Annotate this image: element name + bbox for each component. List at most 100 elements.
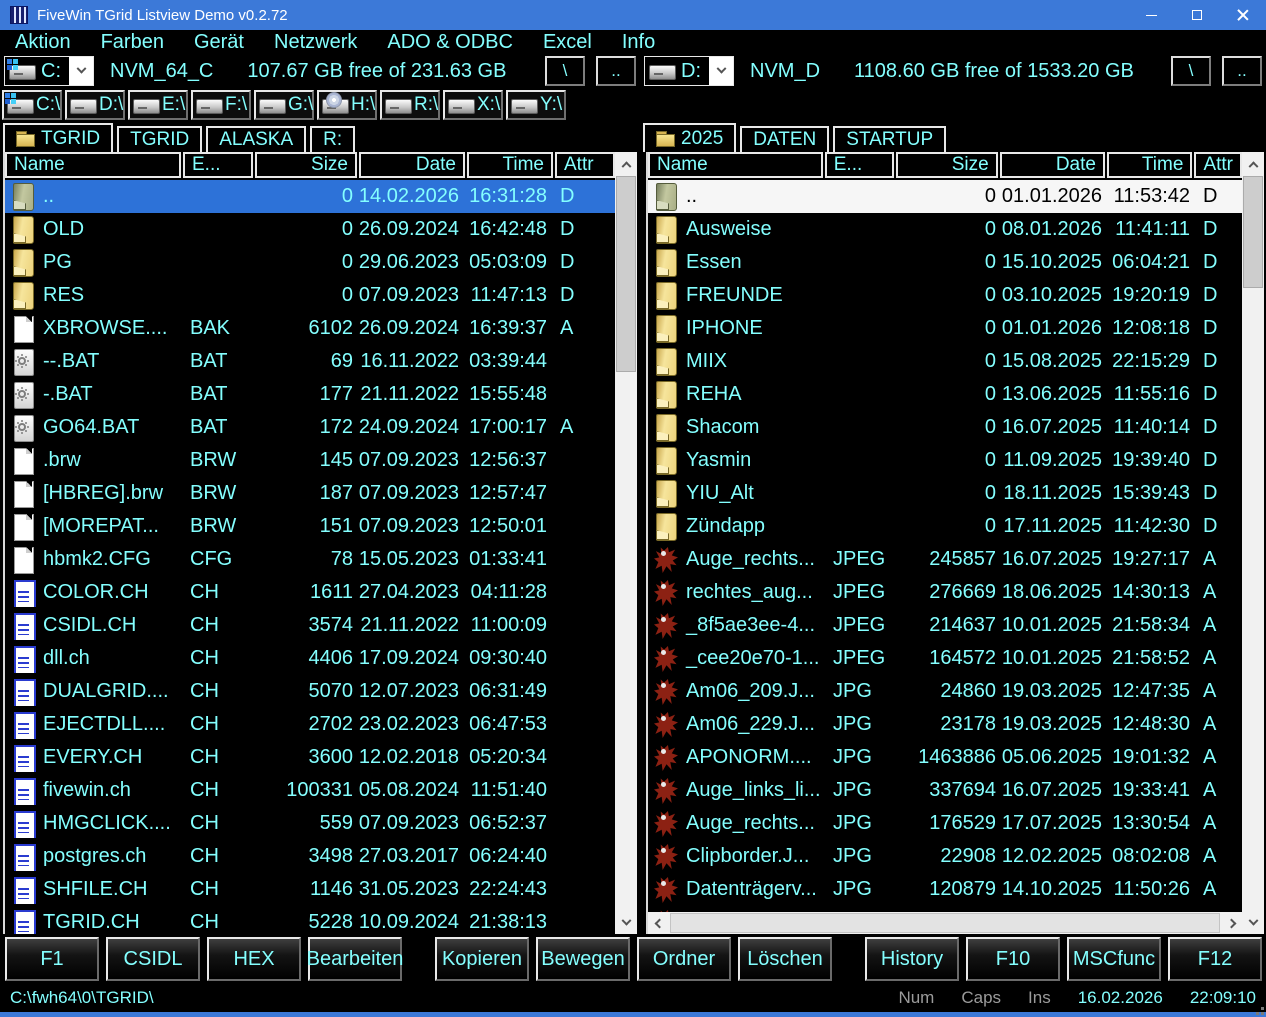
fn-button-bearbeiten[interactable]: Bearbeiten — [307, 937, 403, 981]
table-row[interactable]: Essen 0 15.10.2025 06:04:21 D — [648, 246, 1242, 279]
scroll-down-arrow[interactable] — [615, 912, 637, 934]
column-header-attr[interactable]: Attr — [1194, 152, 1242, 178]
right-horizontal-scrollbar[interactable] — [648, 912, 1242, 934]
table-row[interactable]: --.BAT BAT 69 16.11.2022 03:39:44 — [5, 345, 615, 378]
table-row[interactable]: EJECTDLL.... CH 2702 23.02.2023 06:47:53 — [5, 708, 615, 741]
table-row[interactable]: Auge_links_li... JPG 337694 16.07.2025 19:33… — [648, 774, 1242, 807]
left-vertical-scrollbar[interactable] — [615, 152, 637, 934]
column-header-size[interactable]: Size — [255, 152, 357, 178]
table-row[interactable]: [HBREG].brw BRW 187 07.09.2023 12:57:47 — [5, 477, 615, 510]
table-row[interactable]: postgres.ch CH 3498 27.03.2017 06:24:40 — [5, 840, 615, 873]
right-drive-combo[interactable]: D: — [644, 56, 734, 86]
table-row[interactable]: Ausweise 0 08.01.2026 11:41:11 D — [648, 213, 1242, 246]
table-row[interactable]: SHFILE.CH CH 1146 31.05.2023 22:24:43 — [5, 873, 615, 906]
fn-button-l-schen[interactable]: Löschen — [738, 937, 832, 981]
column-header-e[interactable]: E... — [824, 152, 895, 178]
table-row[interactable]: dll.ch CH 4406 17.09.2024 09:30:40 — [5, 642, 615, 675]
tab-r[interactable]: R: — [310, 126, 356, 152]
column-header-e[interactable]: E... — [183, 152, 253, 178]
table-row[interactable]: .brw BRW 145 07.09.2023 12:56:37 — [5, 444, 615, 477]
drive-button-d[interactable]: D:\ — [65, 90, 125, 120]
table-row[interactable]: IPHONE 0 01.01.2026 12:08:18 D — [648, 312, 1242, 345]
table-row[interactable]: EVERY.CH CH 3600 12.02.2018 05:20:34 — [5, 741, 615, 774]
drive-button-y[interactable]: Y:\ — [506, 90, 566, 120]
table-row[interactable]: PG 0 29.06.2023 05:03:09 D — [5, 246, 615, 279]
drive-button-c[interactable]: C:\ — [2, 90, 62, 120]
column-header-attr[interactable]: Attr — [555, 152, 615, 178]
fn-button-mscfunc[interactable]: MSCfunc — [1067, 937, 1161, 981]
tab-tgrid[interactable]: TGRID — [3, 123, 114, 152]
left-up-button[interactable]: .. — [596, 56, 636, 86]
column-header-time[interactable]: Time — [1106, 152, 1193, 178]
left-root-button[interactable]: \ — [545, 56, 585, 86]
menu-item-farben[interactable]: Farben — [86, 30, 179, 54]
fn-button-kopieren[interactable]: Kopieren — [435, 937, 529, 981]
drive-button-r[interactable]: R:\ — [380, 90, 440, 120]
menu-item-aktion[interactable]: Aktion — [0, 30, 86, 54]
fn-button-f10[interactable]: F10 — [966, 937, 1060, 981]
menu-item-info[interactable]: Info — [607, 30, 670, 54]
table-row[interactable]: .. 0 14.02.2026 16:31:28 D — [5, 180, 615, 213]
scroll-up-arrow[interactable] — [615, 152, 637, 174]
table-row[interactable]: GO64.BAT BAT 172 24.09.2024 17:00:17 A — [5, 411, 615, 444]
table-row[interactable]: .. 0 01.01.2026 11:53:42 D — [648, 180, 1242, 213]
table-row[interactable]: RES 0 07.09.2023 11:47:13 D — [5, 279, 615, 312]
table-row[interactable]: _8f5ae3ee-4... JPEG 214637 10.01.2025 21:58:… — [648, 609, 1242, 642]
scroll-up-arrow[interactable] — [1242, 152, 1264, 174]
table-row[interactable]: FREUNDE 0 03.10.2025 19:20:19 D — [648, 279, 1242, 312]
tab-startup[interactable]: STARTUP — [833, 126, 947, 152]
fn-button-f1[interactable]: F1 — [5, 937, 99, 981]
fn-button-ordner[interactable]: Ordner — [637, 937, 731, 981]
table-row[interactable]: -.BAT BAT 177 21.11.2022 15:55:48 — [5, 378, 615, 411]
resize-grip[interactable] — [1261, 1007, 1264, 1010]
drive-button-h[interactable]: H:\ — [317, 90, 377, 120]
table-row[interactable]: OLD 0 26.09.2024 16:42:48 D — [5, 213, 615, 246]
left-drive-combo[interactable]: C: — [4, 56, 94, 86]
menu-item-netzwerk[interactable]: Netzwerk — [259, 30, 372, 54]
table-row[interactable]: Shacom 0 16.07.2025 11:40:14 D — [648, 411, 1242, 444]
table-row[interactable]: Auge_rechts... JPG 176529 17.07.2025 13:30:5… — [648, 807, 1242, 840]
column-header-size[interactable]: Size — [896, 152, 998, 178]
tab-2025[interactable]: 2025 — [643, 123, 737, 152]
scrollbar-thumb[interactable] — [1243, 176, 1263, 288]
column-header-name[interactable]: Name — [5, 152, 181, 178]
tab-daten[interactable]: DATEN — [740, 126, 830, 152]
scroll-left-arrow[interactable] — [648, 912, 670, 934]
table-row[interactable]: REHA 0 13.06.2025 11:55:16 D — [648, 378, 1242, 411]
scroll-right-arrow[interactable] — [1220, 912, 1242, 934]
column-header-name[interactable]: Name — [648, 152, 823, 178]
table-row[interactable]: APONORM.... JPG 1463886 05.06.2025 19:01:32 A — [648, 741, 1242, 774]
scrollbar-thumb[interactable] — [670, 913, 1220, 933]
minimize-button[interactable] — [1128, 0, 1174, 30]
right-vertical-scrollbar[interactable] — [1242, 152, 1264, 934]
tab-alaska[interactable]: ALASKA — [206, 126, 307, 152]
table-row[interactable]: Clipborder.J... JPG 22908 12.02.2025 08:02:0… — [648, 840, 1242, 873]
table-row[interactable]: Am06_229.J... JPG 23178 19.03.2025 12:48:30 A — [648, 708, 1242, 741]
fn-button-history[interactable]: History — [865, 937, 959, 981]
close-button[interactable] — [1220, 0, 1266, 30]
table-row[interactable]: Auge_rechts... JPEG 245857 16.07.2025 19:27:… — [648, 543, 1242, 576]
scrollbar-thumb[interactable] — [616, 176, 636, 372]
drive-button-e[interactable]: E:\ — [128, 90, 188, 120]
column-header-date[interactable]: Date — [999, 152, 1105, 178]
drive-button-x[interactable]: X:\ — [443, 90, 503, 120]
scroll-down-arrow[interactable] — [1242, 912, 1264, 934]
table-row[interactable]: YIU_Alt 0 18.11.2025 15:39:43 D — [648, 477, 1242, 510]
fn-button-csidl[interactable]: CSIDL — [106, 937, 200, 981]
table-row[interactable]: DUALGRID.... CH 5070 12.07.2023 06:31:49 — [5, 675, 615, 708]
table-row[interactable]: _cee20e70-1... JPEG 164572 10.01.2025 21:58:… — [648, 642, 1242, 675]
maximize-button[interactable] — [1174, 0, 1220, 30]
drive-button-f[interactable]: F:\ — [191, 90, 251, 120]
table-row[interactable]: Zündapp 0 17.11.2025 11:42:30 D — [648, 510, 1242, 543]
menu-item-ado-odbc[interactable]: ADO & ODBC — [372, 30, 528, 54]
table-row[interactable]: HMGCLICK.... CH 559 07.09.2023 06:52:37 — [5, 807, 615, 840]
table-row[interactable]: hbmk2.CFG CFG 78 15.05.2023 01:33:41 — [5, 543, 615, 576]
fn-button-bewegen[interactable]: Bewegen — [536, 937, 630, 981]
column-header-time[interactable]: Time — [467, 152, 553, 178]
menu-item-ger-t[interactable]: Gerät — [179, 30, 259, 54]
left-drive-dropdown-button[interactable] — [69, 57, 93, 85]
table-row[interactable]: TGRID.CH CH 5228 10.09.2024 21:38:13 — [5, 906, 615, 934]
table-row[interactable]: MIIX 0 15.08.2025 22:15:29 D — [648, 345, 1242, 378]
table-row[interactable]: Am06_209.J... JPG 24860 19.03.2025 12:47:35 A — [648, 675, 1242, 708]
tab-tgrid[interactable]: TGRID — [117, 126, 203, 152]
